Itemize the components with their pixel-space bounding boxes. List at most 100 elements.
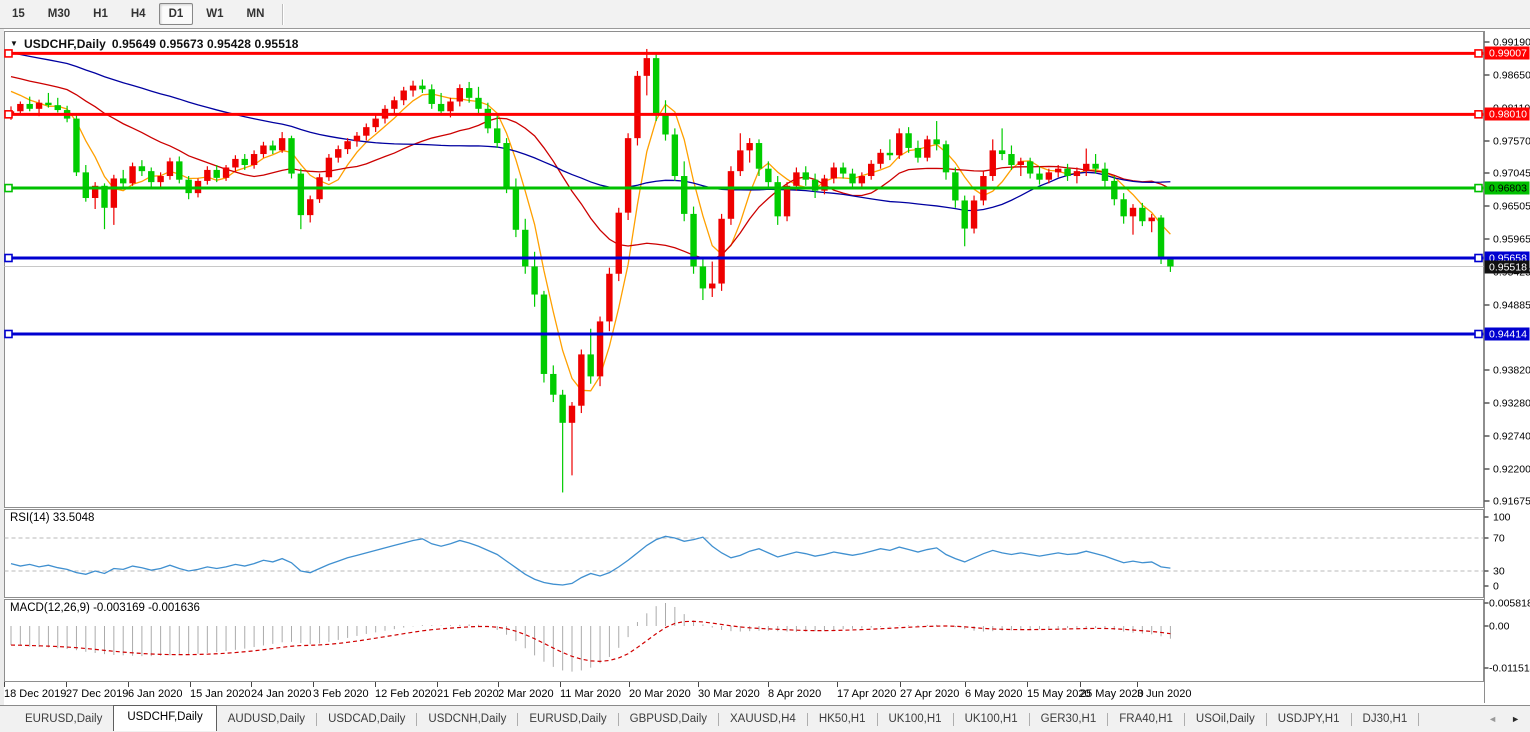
candle-body (214, 170, 220, 178)
candle-body (728, 171, 734, 219)
candle-body (503, 143, 509, 188)
candle-body (148, 171, 154, 182)
candle-body (737, 150, 743, 171)
date-tick-label: 20 Mar 2020 (629, 688, 691, 700)
date-tick-label: 18 Dec 2019 (4, 688, 66, 700)
price-tick-label: 0.92740 (1493, 431, 1530, 443)
price-axis: 0.991900.986500.981100.975700.970450.965… (1485, 37, 1530, 508)
tab-xauusd-h4[interactable]: XAUUSD,H4 (719, 707, 807, 732)
candle-body (1130, 208, 1136, 217)
chart-title: ▼ USDCHF,Daily 0.95649 0.95673 0.95428 0… (10, 37, 299, 51)
tab-hk50-h1[interactable]: HK50,H1 (808, 707, 877, 732)
date-tick-label: 27 Apr 2020 (900, 688, 959, 700)
tab-usdchf-daily[interactable]: USDCHF,Daily (113, 705, 216, 731)
candle-body (270, 145, 276, 150)
price-badge-0.96803: 0.96803 (1485, 182, 1530, 195)
tab-separator (1418, 713, 1419, 726)
tab-usdcad-daily[interactable]: USDCAD,Daily (317, 707, 416, 732)
candle-body (653, 58, 659, 115)
candle-body (849, 174, 855, 184)
tab-usdjpy-h1[interactable]: USDJPY,H1 (1267, 707, 1351, 732)
tab-gbpusd-daily[interactable]: GBPUSD,Daily (619, 707, 718, 732)
hline-handle[interactable] (5, 330, 12, 337)
price-tick-label: 0.94885 (1493, 300, 1530, 312)
candle-body (298, 174, 304, 216)
tab-usdcnh-daily[interactable]: USDCNH,Daily (417, 707, 517, 732)
date-tick-label: 12 Feb 2020 (375, 688, 437, 700)
tab-ger30-h1[interactable]: GER30,H1 (1030, 707, 1108, 732)
candle-body (522, 230, 528, 267)
candle-body (662, 115, 668, 135)
candle-body (877, 153, 883, 164)
candle-body (559, 395, 565, 423)
candle-body (288, 138, 294, 173)
tab-scroll-right-icon[interactable]: ► (1511, 715, 1520, 724)
price-tick-label: 0.97045 (1493, 168, 1530, 180)
candle-body (924, 139, 930, 157)
candle-body (401, 91, 407, 101)
candle-body (531, 266, 537, 294)
svg-text:0.96803: 0.96803 (1489, 183, 1527, 195)
hline-handle[interactable] (1475, 330, 1482, 337)
candle-body (971, 200, 977, 228)
tab-audusd-daily[interactable]: AUDUSD,Daily (217, 707, 316, 732)
symbol-dropdown-icon[interactable]: ▼ (10, 39, 18, 48)
candle-body (831, 167, 837, 178)
hline-handle[interactable] (1475, 111, 1482, 118)
rsi-axis-label: 100 (1493, 512, 1511, 524)
date-tick-label: 2 Mar 2020 (498, 688, 554, 700)
tab-eurusd-daily[interactable]: EURUSD,Daily (14, 707, 113, 732)
tab-scroll-left-icon[interactable]: ◄ (1488, 715, 1497, 724)
candle-body (746, 143, 752, 150)
date-tick-label: 11 Mar 2020 (560, 688, 621, 700)
tab-uk100-h1[interactable]: UK100,H1 (954, 707, 1029, 732)
hline-handle[interactable] (5, 111, 12, 118)
date-tick-label: 27 Dec 2019 (66, 688, 128, 700)
candle-body (597, 321, 603, 376)
horizontal-line-0.94414[interactable] (5, 330, 1484, 337)
price-tick-label: 0.93280 (1493, 398, 1530, 410)
candle-body (17, 104, 23, 111)
hline-handle[interactable] (1475, 185, 1482, 192)
tab-dj30-h1[interactable]: DJ30,H1 (1352, 707, 1419, 732)
price-tick-label: 0.93820 (1493, 365, 1530, 377)
candle-body (943, 144, 949, 172)
candle-body (129, 166, 135, 183)
candle-body (176, 161, 182, 179)
candle-body (466, 88, 472, 98)
price-badge-0.95518: 0.95518 (1485, 261, 1530, 274)
chart-tab-bar: EURUSD,DailyUSDCHF,DailyAUDUSD,DailyUSDC… (0, 705, 1530, 732)
tab-uk100-h1[interactable]: UK100,H1 (878, 707, 953, 732)
date-tick-label: 3 Feb 2020 (313, 688, 369, 700)
rsi-indicator-label: RSI(14) 33.5048 (10, 512, 94, 524)
candle-body (307, 199, 313, 215)
horizontal-line-0.95658[interactable] (5, 255, 1484, 262)
symbol-name: USDCHF,Daily (24, 37, 106, 51)
tab-usoil-daily[interactable]: USOil,Daily (1185, 707, 1266, 732)
candle-body (157, 176, 163, 182)
candle-body (1064, 169, 1070, 176)
candle-body (868, 164, 874, 176)
hline-handle[interactable] (5, 255, 12, 262)
candle-body (457, 88, 463, 101)
candle-body (1083, 164, 1089, 171)
tab-eurusd-daily[interactable]: EURUSD,Daily (518, 707, 617, 732)
candle-body (475, 98, 481, 109)
hline-handle[interactable] (1475, 50, 1482, 57)
ma-line-20 (11, 77, 1170, 259)
candle-body (36, 103, 42, 109)
candle-body (1055, 169, 1061, 173)
chart-canvas: 0.991900.986500.981100.975700.970450.965… (0, 0, 1530, 732)
price-tick-label: 0.97570 (1493, 136, 1530, 148)
candle-body (27, 104, 33, 109)
candle-body (887, 153, 893, 155)
candle-body (915, 148, 921, 158)
tab-fra40-h1[interactable]: FRA40,H1 (1108, 707, 1184, 732)
candle-body (485, 109, 491, 129)
candle-body (588, 354, 594, 376)
candle-body (1139, 208, 1145, 221)
hline-handle[interactable] (1475, 255, 1482, 262)
candle-body (111, 178, 117, 207)
hline-handle[interactable] (5, 185, 12, 192)
candle-body (933, 139, 939, 144)
